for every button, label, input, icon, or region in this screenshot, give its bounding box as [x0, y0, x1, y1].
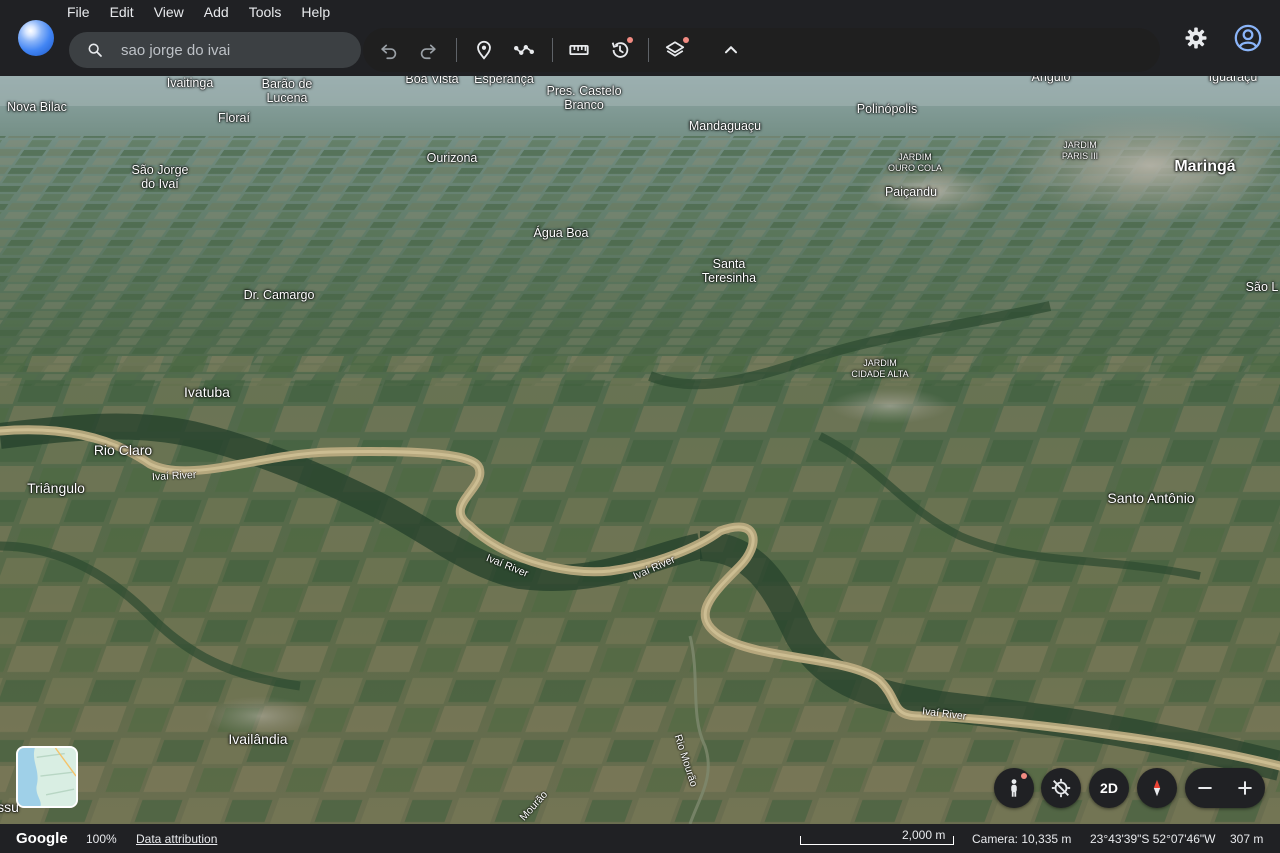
layers-button[interactable] — [660, 35, 690, 65]
camera-altitude: Camera: 10,335 m — [972, 832, 1072, 846]
zoom-out-button[interactable] — [1185, 768, 1225, 808]
place-label[interactable]: Água Boa — [534, 226, 589, 240]
menu-bar: File Edit View Add Tools Help — [66, 3, 349, 21]
place-label[interactable]: JARDIM OURO COLA — [885, 152, 945, 174]
notification-dot — [683, 37, 689, 43]
gear-icon — [1185, 27, 1207, 49]
zoom-in-button[interactable] — [1225, 768, 1265, 808]
notification-dot — [627, 37, 633, 43]
path-icon — [514, 45, 534, 55]
ruler-icon — [569, 44, 589, 56]
undo-button[interactable] — [374, 35, 404, 65]
toolbar-divider — [552, 38, 553, 62]
reset-tilt-button[interactable] — [1041, 768, 1081, 808]
draw-path-button[interactable] — [509, 35, 539, 65]
menu-add[interactable]: Add — [203, 3, 239, 21]
place-label[interactable]: Floraí — [218, 111, 250, 125]
placemark-icon — [477, 40, 491, 60]
add-placemark-button[interactable] — [469, 35, 499, 65]
tilt-off-icon — [1051, 778, 1071, 798]
compass-button[interactable] — [1137, 768, 1177, 808]
minimap[interactable] — [16, 746, 78, 808]
place-label[interactable]: Santa Teresinha — [699, 257, 759, 285]
toolbar-divider — [648, 38, 649, 62]
search-input[interactable] — [121, 32, 351, 68]
place-label[interactable]: Maringá — [1174, 159, 1235, 175]
earth-viewport[interactable]: Nova Bilac Ivaitinga Barão de Lucena Flo… — [0, 76, 1280, 824]
toggle-2d-button[interactable]: 2D — [1089, 768, 1129, 808]
google-logo: Google — [16, 830, 68, 847]
redo-icon — [420, 44, 436, 60]
satellite-terrain — [0, 76, 1280, 824]
notification-dot — [1021, 773, 1027, 779]
place-label[interactable]: JARDIM CIDADE ALTA — [846, 358, 914, 380]
place-label[interactable]: Polinópolis — [857, 102, 917, 116]
street-view-button[interactable] — [994, 768, 1034, 808]
place-label[interactable]: Barão de Lucena — [254, 77, 320, 105]
measure-button[interactable] — [564, 35, 594, 65]
place-label[interactable]: Boa Vista — [405, 76, 458, 86]
menu-help[interactable]: Help — [300, 3, 340, 21]
menu-edit[interactable]: Edit — [109, 3, 144, 21]
layers-icon — [665, 41, 685, 57]
menu-view[interactable]: View — [153, 3, 194, 21]
menu-tools[interactable]: Tools — [248, 3, 292, 21]
chevron-up-icon — [724, 46, 738, 54]
plus-icon — [1238, 781, 1252, 795]
place-label[interactable]: Iguaraçu — [1209, 76, 1258, 84]
place-label[interactable]: Triângulo — [27, 481, 85, 496]
search-box[interactable] — [69, 32, 361, 68]
place-label[interactable]: Rio Claro — [94, 443, 152, 458]
elevation: 307 m — [1230, 832, 1264, 846]
zoom-controls — [1185, 768, 1265, 808]
menu-file[interactable]: File — [66, 3, 100, 21]
toolbar — [363, 28, 1160, 72]
place-label[interactable]: Ângulo — [1032, 76, 1071, 84]
place-label[interactable]: São L — [1246, 280, 1279, 294]
minus-icon — [1198, 787, 1212, 789]
place-label[interactable]: São Jorge do Ivaí — [129, 163, 191, 191]
undo-icon — [381, 44, 397, 60]
cursor-coordinates: 23°43'39"S 52°07'46"W — [1090, 832, 1216, 846]
place-label[interactable]: Ivaitinga — [167, 76, 214, 90]
collapse-toolbar-button[interactable] — [716, 35, 746, 65]
place-label[interactable]: Santo Antônio — [1107, 491, 1194, 506]
place-label[interactable]: Ivailândia — [228, 732, 287, 747]
google-earth-logo[interactable] — [18, 20, 54, 56]
account-button[interactable] — [1232, 22, 1264, 54]
place-label[interactable]: Dr. Camargo — [244, 288, 315, 302]
status-bar: Google 100% Data attribution 2,000 m Cam… — [0, 824, 1280, 853]
historical-imagery-button[interactable] — [605, 35, 635, 65]
place-label[interactable]: Mandaguaçu — [689, 119, 761, 133]
compass-icon — [1153, 779, 1161, 797]
top-bar: File Edit View Add Tools Help — [0, 0, 1280, 76]
zoom-level: 100% — [86, 832, 117, 846]
search-icon[interactable] — [87, 42, 103, 58]
place-label[interactable]: JARDIM PARIS III — [1057, 140, 1103, 162]
settings-button[interactable] — [1181, 23, 1211, 53]
scale-bar — [800, 836, 954, 845]
place-label[interactable]: Nova Bilac — [7, 100, 67, 114]
redo-button[interactable] — [413, 35, 443, 65]
place-label[interactable]: Ourizona — [427, 151, 478, 165]
data-attribution-link[interactable]: Data attribution — [136, 832, 217, 846]
pegman-icon — [1011, 779, 1017, 797]
place-label[interactable]: Esperança — [474, 76, 534, 86]
river-label[interactable]: Ivaí River — [152, 469, 197, 483]
place-label[interactable]: Pres. Castelo Branco — [542, 84, 626, 112]
minimap-map — [18, 748, 76, 806]
toolbar-divider — [456, 38, 457, 62]
place-label[interactable]: Paiçandu — [885, 185, 937, 199]
place-label[interactable]: Ivatuba — [184, 385, 230, 400]
account-icon — [1234, 24, 1262, 52]
